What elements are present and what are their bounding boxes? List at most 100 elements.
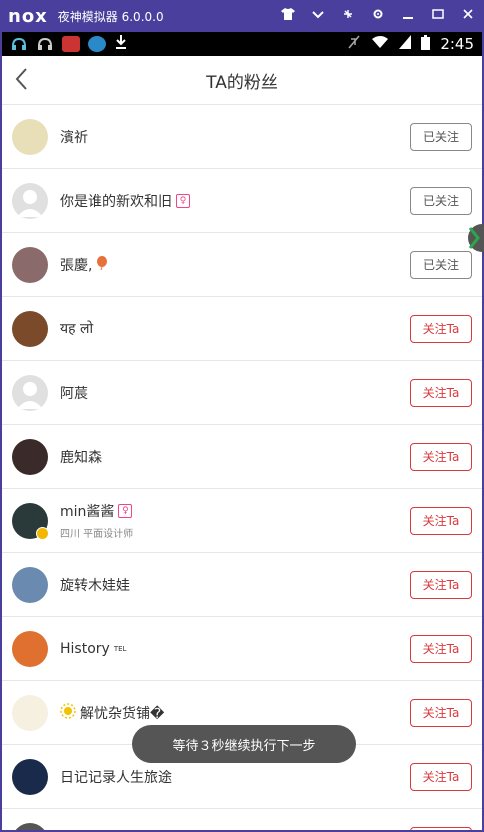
fan-info: यह लो xyxy=(60,319,410,338)
avatar[interactable] xyxy=(12,182,48,219)
fan-name-line: 你是谁的新欢和旧 ♀ xyxy=(60,191,410,211)
mute-icon xyxy=(347,34,361,54)
fan-info: 鹿知森 xyxy=(60,447,410,467)
balloon-emoji-icon xyxy=(96,255,108,274)
follow-button[interactable]: 关注Ta xyxy=(410,378,472,407)
fan-name: 濱祈 xyxy=(60,129,88,146)
fan-name-line: 日记记录人生旅途 xyxy=(60,767,410,787)
pin-icon[interactable] xyxy=(340,8,356,24)
fan-row[interactable]: min酱酱 ♀ 四川 平面设计师 关注Ta xyxy=(2,489,482,553)
android-status-bar: 2:45 xyxy=(2,32,482,56)
avatar[interactable] xyxy=(12,246,48,283)
fan-row[interactable]: 濱祈 已关注 xyxy=(2,105,482,169)
avatar[interactable] xyxy=(12,758,48,795)
fan-name-line: 鹿知森 xyxy=(60,447,410,467)
avatar[interactable] xyxy=(12,630,48,667)
fan-row[interactable]: 丫头♀关注Ta xyxy=(2,809,482,830)
phone-screen: 2:45 TA的粉丝 濱祈 已关注 你是谁的新欢和旧 ♀ 已关注 張慶, 已关注 यह लो 关… xyxy=(2,32,482,830)
avatar[interactable] xyxy=(12,310,48,347)
followed-button[interactable]: 已关注 xyxy=(410,250,472,279)
fan-info: 日记记录人生旅途 xyxy=(60,767,410,787)
avatar[interactable] xyxy=(12,502,49,540)
fan-info: 阿莀 xyxy=(60,383,410,403)
fan-info: 你是谁的新欢和旧 ♀ xyxy=(60,191,410,211)
fan-info: 張慶, xyxy=(60,255,410,275)
toast-message: 等待３秒继续执行下一步 xyxy=(132,725,356,763)
emulator-controls xyxy=(280,8,476,24)
close-icon[interactable] xyxy=(460,8,476,24)
follow-button[interactable]: 关注Ta xyxy=(410,698,472,727)
fan-info: min酱酱 ♀ 四川 平面设计师 xyxy=(60,501,410,540)
back-arrow-icon[interactable] xyxy=(8,64,38,94)
fan-name-line: 旋转木娃娃 xyxy=(60,575,410,595)
emulator-title: 夜神模拟器 6.0.0.0 xyxy=(57,9,164,24)
avatar[interactable] xyxy=(12,374,48,411)
fan-row[interactable]: History TEL 关注Ta xyxy=(2,617,482,681)
fan-name: 旋转木娃娃 xyxy=(60,577,130,594)
fan-list: 濱祈 已关注 你是谁的新欢和旧 ♀ 已关注 張慶, 已关注 यह लो 关注Ta 阿莀 关注Ta 鹿知… xyxy=(2,105,482,830)
side-drag-handle-icon[interactable] xyxy=(468,222,484,254)
gender-tag-icon: ♀ xyxy=(118,504,133,518)
fan-name: 張慶, xyxy=(60,257,93,274)
fan-name: min酱酱 xyxy=(60,504,115,520)
fan-name-line: यह लो xyxy=(60,319,410,338)
fan-name-line: min酱酱 ♀ xyxy=(60,501,410,521)
avatar[interactable] xyxy=(12,822,48,830)
avatar[interactable] xyxy=(12,438,48,475)
follow-button[interactable]: 关注Ta xyxy=(410,570,472,599)
sun-emoji-icon xyxy=(60,702,76,723)
verified-badge-icon xyxy=(36,526,49,540)
fan-row[interactable]: 張慶, 已关注 xyxy=(2,233,482,297)
fan-name: History xyxy=(60,640,110,657)
fan-row[interactable]: 阿莀 关注Ta xyxy=(2,361,482,425)
fan-name-line: 張慶, xyxy=(60,255,410,275)
page-title: TA的粉丝 xyxy=(206,72,278,93)
follow-button[interactable]: 关注Ta xyxy=(410,506,472,535)
fan-name: 解忧杂货铺� xyxy=(80,705,165,722)
fan-name: 阿莀 xyxy=(60,385,88,402)
follow-button[interactable]: 关注Ta xyxy=(410,634,472,663)
emulator-title-bar: nox 夜神模拟器 6.0.0.0 xyxy=(0,0,484,32)
fan-row[interactable]: 旋转木娃娃 关注Ta xyxy=(2,553,482,617)
gender-tag-icon: ♀ xyxy=(176,193,190,208)
follow-button[interactable]: 关注Ta xyxy=(410,442,472,471)
minimize-icon[interactable] xyxy=(400,8,416,24)
signal-icon xyxy=(399,35,412,53)
fan-name: 日记记录人生旅途 xyxy=(60,769,172,786)
fan-row[interactable]: 你是谁的新欢和旧 ♀ 已关注 xyxy=(2,169,482,233)
shirt-icon[interactable] xyxy=(280,8,296,24)
maximize-icon[interactable] xyxy=(430,8,446,24)
follow-button[interactable]: 关注Ta xyxy=(410,762,472,791)
fan-name-line: History TEL xyxy=(60,641,410,657)
followed-button[interactable]: 已关注 xyxy=(410,122,472,151)
followed-button[interactable]: 已关注 xyxy=(410,186,472,215)
fan-name-line: 阿莀 xyxy=(60,383,410,403)
gear-icon[interactable] xyxy=(370,8,386,24)
fan-name: 你是谁的新欢和旧 xyxy=(60,193,172,210)
fan-subtitle: 四川 平面设计师 xyxy=(60,529,134,540)
avatar[interactable] xyxy=(12,694,48,731)
app-notification-icon xyxy=(62,36,80,52)
headset-icon xyxy=(10,36,28,52)
fan-name-line: 濱祈 xyxy=(60,127,410,147)
fan-name-line: 解忧杂货铺� xyxy=(60,702,410,723)
fan-name-superscript: TEL xyxy=(113,644,127,653)
avatar[interactable] xyxy=(12,118,48,155)
fan-info: 濱祈 xyxy=(60,127,410,147)
battery-icon xyxy=(421,34,431,54)
chevron-down-icon[interactable] xyxy=(310,8,326,24)
follow-button[interactable]: 关注Ta xyxy=(410,826,472,830)
fan-row[interactable]: 鹿知森 关注Ta xyxy=(2,425,482,489)
fan-row[interactable]: यह लो 关注Ta xyxy=(2,297,482,361)
browser-notification-icon xyxy=(88,36,106,52)
emulator-logo: nox xyxy=(8,5,48,27)
fan-info: History TEL xyxy=(60,641,410,657)
default-avatar-icon xyxy=(17,381,43,409)
phone-frame: 2:45 TA的粉丝 濱祈 已关注 你是谁的新欢和旧 ♀ 已关注 張慶, 已关注 यह लो 关… xyxy=(0,32,484,832)
fan-name: 鹿知森 xyxy=(60,449,102,466)
wifi-icon xyxy=(371,35,389,53)
headset-icon-2 xyxy=(36,36,54,52)
fan-info: 旋转木娃娃 xyxy=(60,575,410,595)
avatar[interactable] xyxy=(12,566,48,603)
follow-button[interactable]: 关注Ta xyxy=(410,314,472,343)
